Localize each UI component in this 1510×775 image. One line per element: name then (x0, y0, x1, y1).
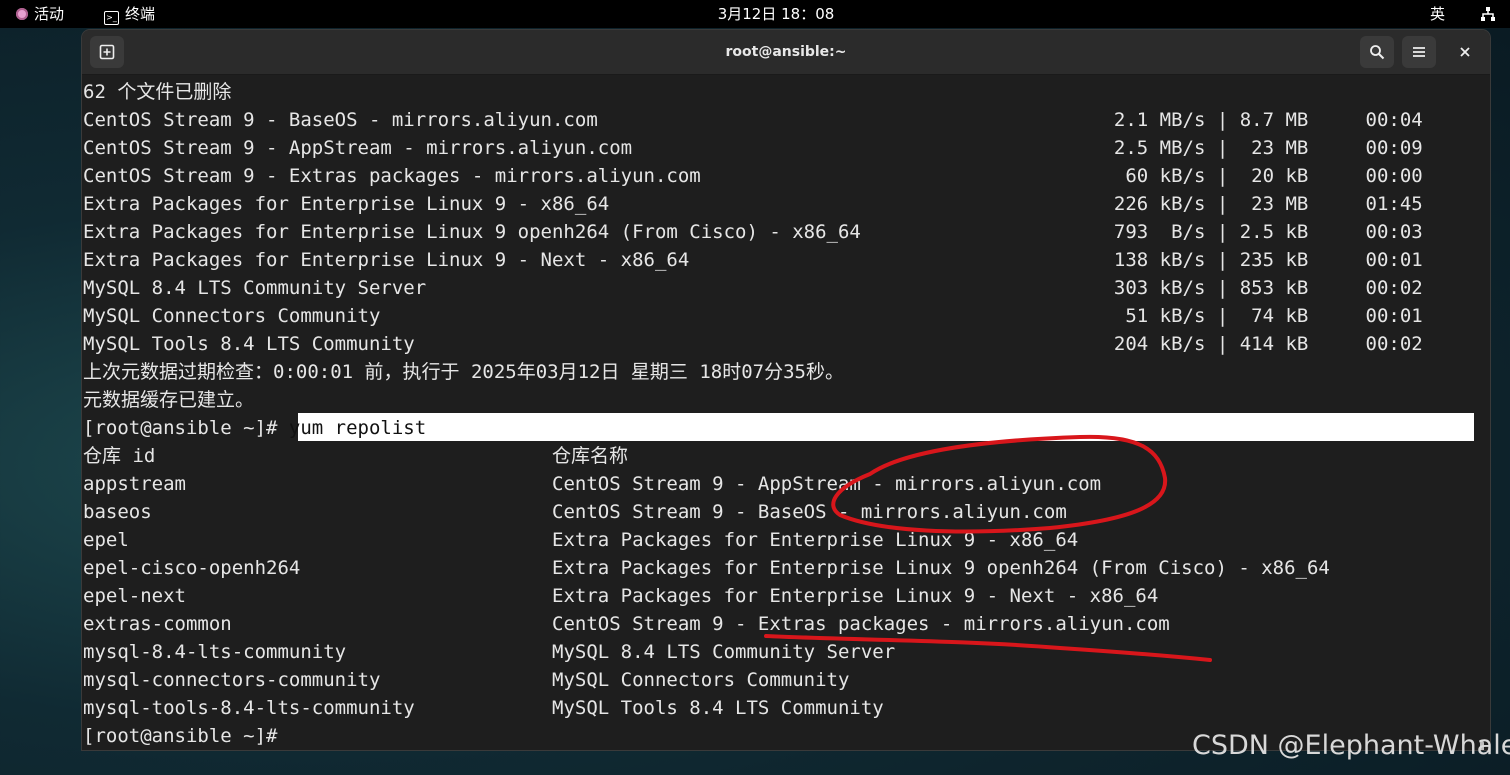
window-title: root@ansible:~ (725, 44, 847, 60)
network-icon[interactable] (1480, 0, 1496, 28)
close-icon (1460, 47, 1470, 57)
command-selection-highlight (298, 413, 1474, 441)
removed-files-line: 62 个文件已删除 (83, 81, 232, 103)
repo-row: epel-cisco-openh264 Extra Packages for En… (83, 557, 1330, 579)
top-bar: 活动 >_ 终端 3月12日 18：08 英 (0, 0, 1510, 28)
repo-row: mysql-8.4-lts-community MySQL 8.4 LTS Com… (83, 641, 896, 663)
download-row: Extra Packages for Enterprise Linux 9 - … (83, 249, 1423, 271)
input-method-indicator[interactable]: 英 (1430, 0, 1445, 28)
repo-header-row: 仓库 id 仓库名称 (83, 445, 629, 467)
repo-row: epel Extra Packages for Enterprise Linux … (83, 529, 1079, 551)
close-button[interactable] (1448, 36, 1482, 68)
shell-prompt: [root@ansible ~]# (83, 417, 289, 439)
metadata-cache-line: 元数据缓存已建立。 (83, 389, 255, 411)
final-prompt: [root@ansible ~]# (83, 725, 278, 747)
download-row: Extra Packages for Enterprise Linux 9 op… (83, 221, 1423, 243)
repo-row: baseos CentOS Stream 9 - BaseOS - mirrors… (83, 501, 1067, 523)
repo-row: extras-common CentOS Stream 9 - Extras pa… (83, 613, 1170, 635)
download-row: CentOS Stream 9 - BaseOS - mirrors.aliyu… (83, 109, 1423, 131)
search-button[interactable] (1360, 36, 1394, 68)
command-text: yum repolist (288, 417, 427, 439)
download-row: CentOS Stream 9 - Extras packages - mirr… (83, 165, 1423, 187)
download-row: MySQL Tools 8.4 LTS Community 204 kB/s |… (83, 333, 1423, 355)
terminal-window: root@ansible:~ 62 个文件已删除 CentOS Stream 9… (82, 30, 1490, 750)
hamburger-menu-icon (1413, 47, 1425, 57)
download-row: MySQL 8.4 LTS Community Server 303 kB/s … (83, 277, 1423, 299)
download-row: Extra Packages for Enterprise Linux 9 - … (83, 193, 1423, 215)
watermark: CSDN @Elephant-Whale (1192, 730, 1510, 761)
repo-row: mysql-tools-8.4-lts-community MySQL Tools… (83, 697, 884, 719)
command-line: [root@ansible ~]# yum repolist (83, 414, 426, 442)
repo-row: epel-next Extra Packages for Enterprise L… (83, 585, 1159, 607)
terminal-output[interactable]: 62 个文件已删除 CentOS Stream 9 - BaseOS - mir… (82, 75, 1490, 750)
window-header: root@ansible:~ (82, 30, 1490, 75)
menu-button[interactable] (1402, 36, 1436, 68)
repo-row: appstream CentOS Stream 9 - AppStream - m… (83, 473, 1102, 495)
clock[interactable]: 3月12日 18：08 (0, 0, 1510, 28)
download-row: MySQL Connectors Community 51 kB/s | 74 … (83, 305, 1423, 327)
search-icon (1370, 45, 1385, 60)
repo-row: mysql-connectors-community MySQL Connecto… (83, 669, 850, 691)
metadata-check-line: 上次元数据过期检查：0:00:01 前，执行于 2025年03月12日 星期三 … (83, 361, 844, 383)
download-row: CentOS Stream 9 - AppStream - mirrors.al… (83, 137, 1423, 159)
